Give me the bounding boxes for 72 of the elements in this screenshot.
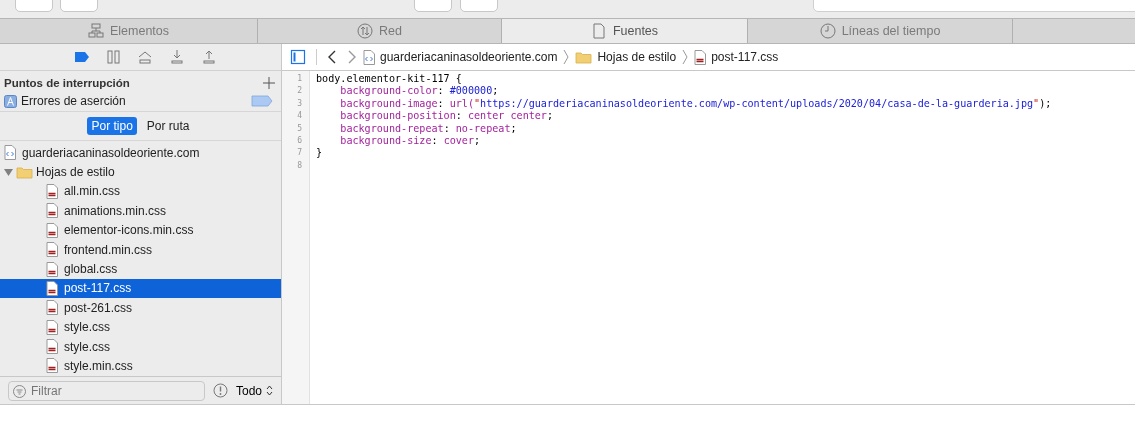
line-number: 7 bbox=[296, 147, 303, 160]
assertion-icon bbox=[4, 94, 17, 108]
scope-button[interactable]: Por ruta bbox=[142, 117, 194, 135]
clock-icon bbox=[819, 23, 836, 39]
css-file-icon bbox=[46, 339, 58, 355]
breadcrumb[interactable]: Hojas de estilo bbox=[575, 50, 677, 64]
tree-item[interactable]: global.css bbox=[0, 259, 281, 279]
tree-item[interactable]: post-117.css bbox=[0, 278, 281, 299]
arrows-icon bbox=[357, 23, 374, 39]
filter-field[interactable]: Filtrar bbox=[8, 380, 205, 401]
chevron-icon bbox=[563, 49, 570, 65]
code-line: body.elementor-kit-117 { bbox=[316, 73, 463, 86]
disclosure-icon[interactable] bbox=[4, 167, 13, 177]
tree-item[interactable]: all.min.css bbox=[0, 181, 281, 202]
css-file-icon bbox=[46, 319, 58, 335]
sidebar-toggle-icon[interactable] bbox=[290, 49, 306, 65]
line-number: 2 bbox=[296, 85, 303, 98]
css-file-icon bbox=[46, 358, 58, 374]
tree-item[interactable]: style.css bbox=[0, 336, 281, 357]
tree-item[interactable]: post-261.css bbox=[0, 298, 281, 318]
tree-item[interactable]: style.min.css bbox=[0, 356, 281, 376]
css-file-icon bbox=[46, 242, 58, 258]
chevron-icon bbox=[682, 49, 689, 65]
line-number: 6 bbox=[296, 134, 303, 147]
warning-icon[interactable] bbox=[212, 383, 228, 398]
css-file-icon bbox=[46, 222, 58, 238]
document-icon bbox=[590, 23, 607, 39]
step-into-icon[interactable] bbox=[169, 49, 185, 65]
scope-dropdown[interactable]: Todo bbox=[235, 383, 273, 398]
code-line: background-size: cover; bbox=[339, 134, 482, 148]
css-file-icon bbox=[694, 49, 707, 65]
css-file-icon bbox=[46, 300, 58, 316]
scope-button[interactable]: Por tipo bbox=[87, 117, 137, 135]
code-line: background-image: url("https://guarderiacaninasoldeoriente.com/wp-content/uploads/2020/04/casa-de-la-guarderia.jpg"); bbox=[339, 97, 1052, 111]
filter-icon bbox=[13, 384, 26, 398]
hierarchy-icon bbox=[87, 23, 104, 39]
html-file-icon bbox=[4, 145, 16, 161]
line-number: 4 bbox=[296, 110, 303, 123]
breakpoint-label[interactable]: Errores de aserción bbox=[21, 94, 247, 108]
step-out-icon[interactable] bbox=[201, 49, 217, 65]
css-file-icon bbox=[46, 183, 58, 199]
folder-icon bbox=[16, 165, 33, 179]
tree-item[interactable]: elementor-icons.min.css bbox=[0, 220, 281, 240]
tree-item[interactable]: Hojas de estilo bbox=[0, 162, 281, 182]
breakpoint-marker-icon[interactable] bbox=[251, 95, 273, 107]
folder-icon bbox=[575, 50, 593, 64]
css-file-icon bbox=[46, 261, 58, 277]
line-number: 8 bbox=[296, 159, 303, 172]
line-number: 5 bbox=[296, 122, 303, 135]
updown-caret-icon bbox=[266, 385, 273, 396]
html-file-icon bbox=[363, 49, 375, 65]
code-line: background-repeat: no-repeat; bbox=[339, 122, 518, 135]
tree-item[interactable]: guarderiacaninasoldeoriente.com bbox=[0, 143, 281, 163]
line-number: 3 bbox=[296, 97, 303, 110]
breadcrumb[interactable]: guarderiacaninasoldeoriente.com bbox=[363, 49, 558, 65]
css-file-icon bbox=[46, 203, 58, 219]
back-icon[interactable] bbox=[327, 50, 337, 64]
tree-item[interactable]: animations.min.css bbox=[0, 201, 281, 221]
tree-item[interactable]: frontend.min.css bbox=[0, 239, 281, 260]
code-line: } bbox=[316, 147, 324, 160]
section-title: Puntos de interrupción bbox=[4, 77, 130, 89]
code-line: background-position: center center; bbox=[339, 110, 555, 123]
line-number: 1 bbox=[296, 73, 303, 85]
pause-icon[interactable] bbox=[106, 49, 121, 65]
add-icon[interactable] bbox=[263, 77, 275, 89]
breakpoint-icon[interactable] bbox=[74, 49, 90, 65]
step-over-icon[interactable] bbox=[137, 49, 153, 65]
breadcrumb[interactable]: post-117.css bbox=[694, 49, 779, 65]
tab[interactable]: Fuentes bbox=[502, 19, 748, 43]
tree-item[interactable]: style.css bbox=[0, 317, 281, 337]
css-file-icon bbox=[46, 280, 58, 296]
code-line: background-color: #000000; bbox=[339, 85, 500, 98]
